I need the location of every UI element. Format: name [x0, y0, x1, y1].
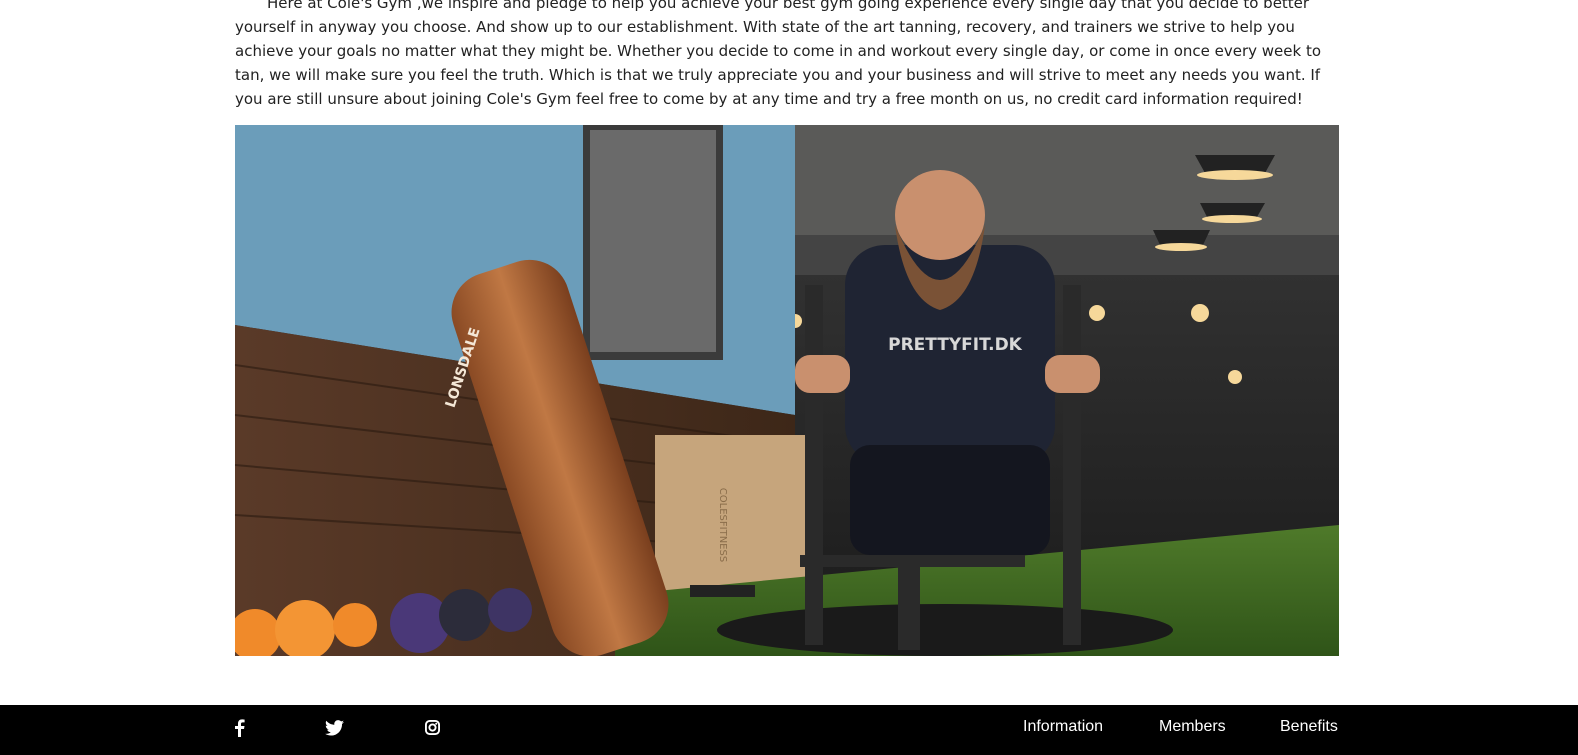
- hero-image: PRETTYFIT.DK LONSDALE COLESFITNESS: [235, 125, 1339, 656]
- nav-information[interactable]: Information: [1023, 718, 1103, 736]
- intro-paragraph: Here at Cole's Gym ,we inspire and pledg…: [235, 0, 1322, 108]
- facebook-icon[interactable]: [233, 705, 245, 750]
- shirt-text: PRETTYFIT.DK: [888, 335, 1023, 355]
- nav-members[interactable]: Members: [1159, 718, 1226, 736]
- footer-bar: Information Members Benefits: [0, 705, 1578, 755]
- nav-benefits[interactable]: Benefits: [1280, 718, 1338, 736]
- box-text: COLESFITNESS: [717, 488, 728, 562]
- instagram-icon[interactable]: [425, 705, 440, 750]
- twitter-icon[interactable]: [325, 705, 344, 750]
